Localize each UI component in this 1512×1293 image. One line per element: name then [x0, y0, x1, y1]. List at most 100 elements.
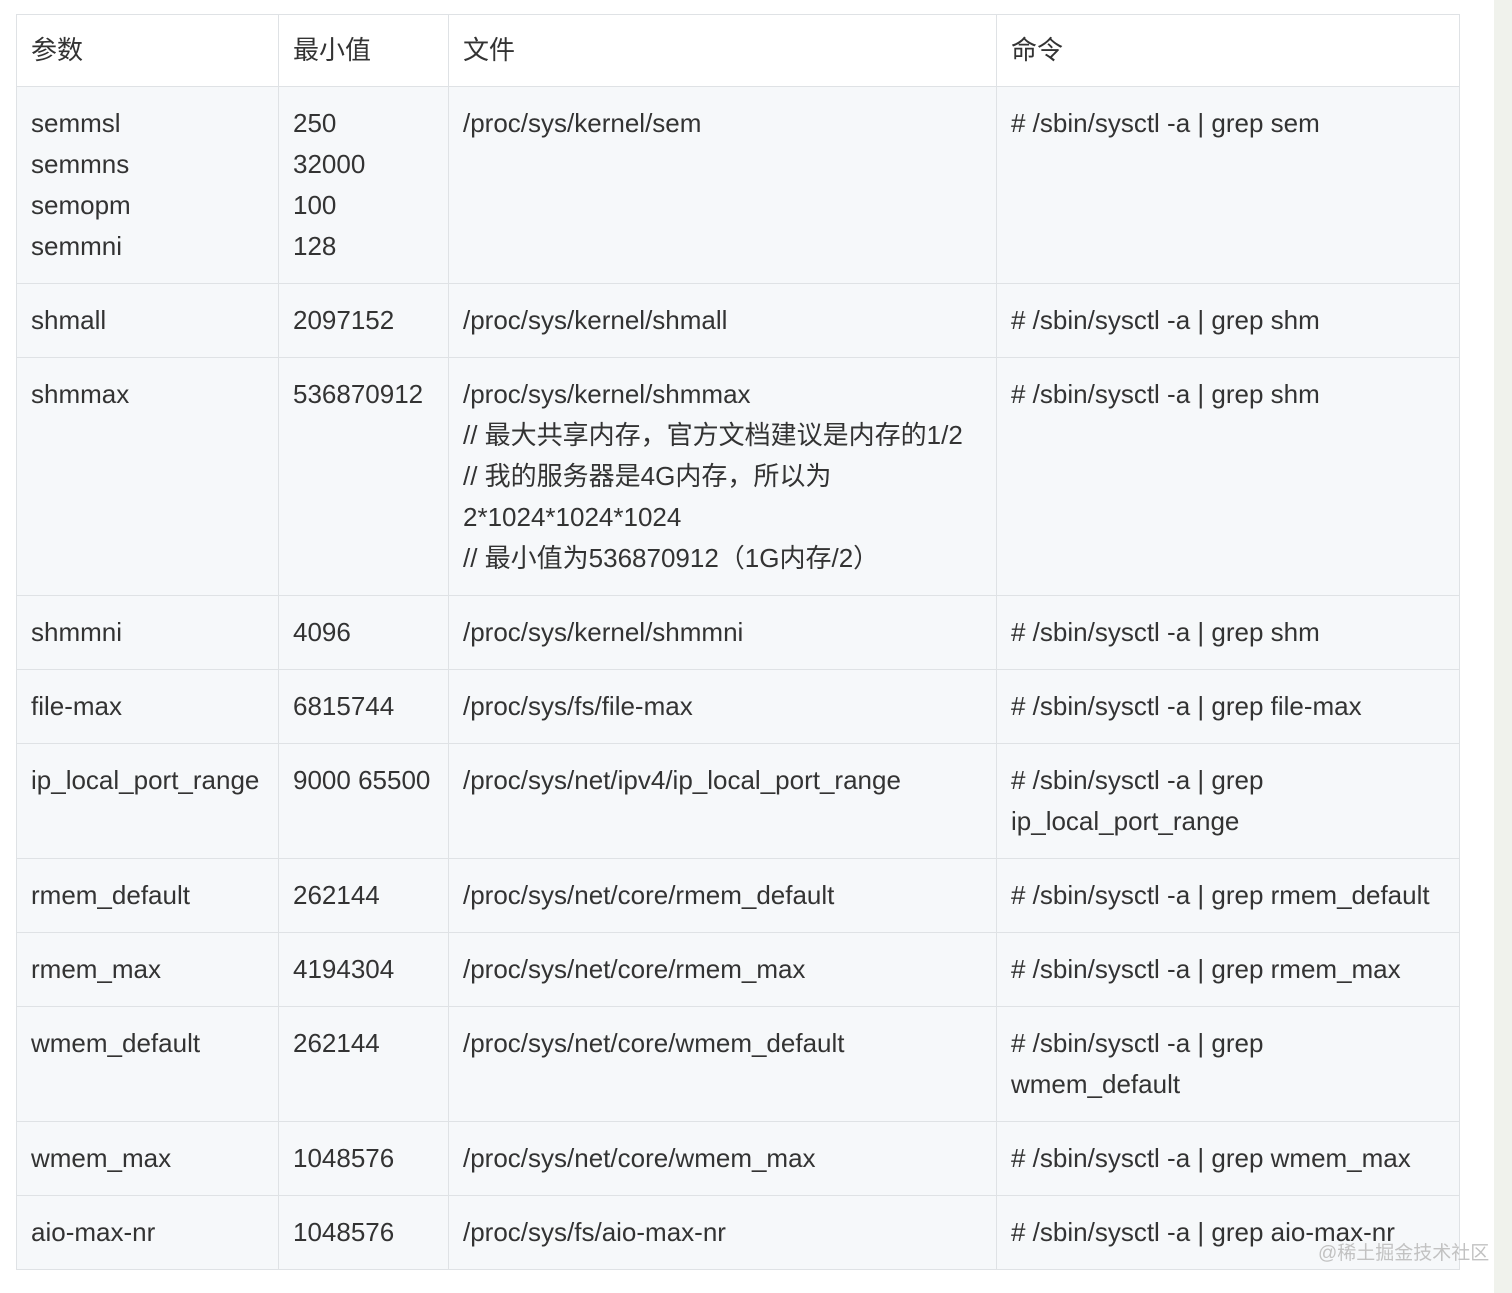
- cell-command: # /sbin/sysctl -a | grep shm: [996, 283, 1460, 358]
- cell-param-line: shmmni: [31, 617, 123, 647]
- cell-file: /proc/sys/fs/file-max: [448, 669, 997, 744]
- cell-command-line: # /sbin/sysctl -a | grep file-max: [1011, 691, 1362, 721]
- cell-param: rmem_default: [16, 858, 279, 933]
- cell-min-value-line: 262144: [293, 880, 380, 910]
- page-side-bar: [1494, 0, 1512, 1293]
- cell-param-line: shmall: [31, 305, 107, 335]
- cell-command-line: wmem_default: [1011, 1069, 1181, 1099]
- cell-param-line: ip_local_port_range: [31, 765, 260, 795]
- cell-param: shmmax: [16, 357, 279, 596]
- cell-command-line: # /sbin/sysctl -a | grep rmem_max: [1011, 954, 1401, 984]
- table-row: shmall 2097152/proc/sys/kernel/shmall # /s…: [16, 283, 1460, 358]
- cell-file-line: /proc/sys/kernel/shmmni: [463, 617, 744, 647]
- cell-min-value: 4096: [278, 595, 449, 670]
- cell-param-line: semopm: [31, 190, 131, 220]
- cell-file: /proc/sys/kernel/shmall: [448, 283, 997, 358]
- cell-min-value: 262144: [278, 858, 449, 933]
- cell-file-line: /proc/sys/fs/aio-max-nr: [463, 1217, 726, 1247]
- cell-min-value-line: 536870912: [293, 379, 424, 409]
- cell-file-line: 2*1024*1024*1024: [463, 502, 682, 532]
- cell-command: # /sbin/sysctl -a | grep rmem_default: [996, 858, 1460, 933]
- header-file: 文件: [448, 14, 997, 87]
- table-row: wmem_max 1048576/proc/sys/net/core/wmem_m…: [16, 1121, 1460, 1196]
- table-row: rmem_max 4194304/proc/sys/net/core/rmem_m…: [16, 932, 1460, 1007]
- cell-command-line: # /sbin/sysctl -a | grep sem: [1011, 108, 1320, 138]
- cell-file-line: /proc/sys/kernel/sem: [463, 108, 702, 138]
- cell-min-value: 262144: [278, 1006, 449, 1122]
- cell-file: /proc/sys/net/core/wmem_default: [448, 1006, 997, 1122]
- cell-param: wmem_default: [16, 1006, 279, 1122]
- cell-param: aio-max-nr: [16, 1195, 279, 1270]
- cell-command-line: # /sbin/sysctl -a | grep rmem_default: [1011, 880, 1430, 910]
- cell-file: /proc/sys/kernel/sem: [448, 86, 997, 284]
- table-row: shmmni 4096/proc/sys/kernel/shmmni # /sbin…: [16, 595, 1460, 670]
- cell-command: # /sbin/sysctl -a | grep shm: [996, 595, 1460, 670]
- cell-min-value-line: 9000 65500: [293, 765, 431, 795]
- cell-command-line: # /sbin/sysctl -a | grep: [1011, 765, 1264, 795]
- table-row: ip_local_port_range 9000 65500/proc/sys/n…: [16, 743, 1460, 859]
- cell-param-line: wmem_max: [31, 1143, 172, 1173]
- cell-min-value: 536870912: [278, 357, 449, 596]
- cell-min-value-line: 6815744: [293, 691, 395, 721]
- cell-command: # /sbin/sysctl -a | grep ip_local_port_ra…: [996, 743, 1460, 859]
- cell-file-line: /proc/sys/fs/file-max: [463, 691, 693, 721]
- cell-param-line: rmem_max: [31, 954, 162, 984]
- cell-command: # /sbin/sysctl -a | grep shm: [996, 357, 1460, 596]
- cell-file-line: // 最大共享内存，官方文档建议是内存的1/2: [463, 420, 963, 450]
- cell-min-value: 6815744: [278, 669, 449, 744]
- cell-file-line: /proc/sys/net/core/wmem_default: [463, 1028, 845, 1058]
- cell-min-value: 1048576: [278, 1121, 449, 1196]
- cell-param-line: rmem_default: [31, 880, 190, 910]
- cell-file-line: /proc/sys/net/ipv4/ip_local_port_range: [463, 765, 901, 795]
- cell-command: # /sbin/sysctl -a | grep file-max: [996, 669, 1460, 744]
- cell-min-value-line: 1048576: [293, 1217, 395, 1247]
- cell-min-value: 2097152: [278, 283, 449, 358]
- cell-min-value-line: 32000: [293, 149, 366, 179]
- cell-param: shmmni: [16, 595, 279, 670]
- header-command: 命令: [996, 14, 1460, 87]
- cell-param-line: file-max: [31, 691, 123, 721]
- cell-file-line: // 我的服务器是4G内存，所以为: [463, 461, 832, 491]
- cell-param-line: semmsl: [31, 108, 121, 138]
- watermark-text: @稀土掘金技术社区: [1318, 1243, 1490, 1264]
- kernel-parameter-table: 参数 最小值 文件 命令 semmsl semmns semopm semmni 250…: [16, 14, 1460, 1270]
- cell-file-line: /proc/sys/net/core/rmem_default: [463, 880, 835, 910]
- cell-file: /proc/sys/net/core/wmem_max: [448, 1121, 997, 1196]
- cell-file: /proc/sys/kernel/shmmni: [448, 595, 997, 670]
- cell-min-value-line: 100: [293, 190, 337, 220]
- cell-min-value: 250 32000 100 128: [278, 86, 449, 284]
- cell-command-line: # /sbin/sysctl -a | grep shm: [1011, 305, 1320, 335]
- table-row: shmmax 536870912/proc/sys/kernel/shmmax //…: [16, 357, 1460, 596]
- header-param: 参数: [16, 14, 279, 87]
- table-row: semmsl semmns semopm semmni 250 32000 100 128/p…: [16, 86, 1460, 284]
- cell-file-line: /proc/sys/net/core/wmem_max: [463, 1143, 816, 1173]
- cell-file-line: /proc/sys/net/core/rmem_max: [463, 954, 806, 984]
- cell-file: /proc/sys/net/ipv4/ip_local_port_range: [448, 743, 997, 859]
- cell-command-line: # /sbin/sysctl -a | grep shm: [1011, 617, 1320, 647]
- cell-command-line: ip_local_port_range: [1011, 806, 1240, 836]
- cell-min-value-line: 4194304: [293, 954, 395, 984]
- cell-min-value-line: 250: [293, 108, 337, 138]
- cell-file-line: // 最小值为536870912（1G内存/2）: [463, 543, 880, 573]
- table-row: rmem_default 262144/proc/sys/net/core/rme…: [16, 858, 1460, 933]
- header-min-value: 最小值: [278, 14, 449, 87]
- table-body: semmsl semmns semopm semmni 250 32000 100 128/p…: [16, 86, 1460, 1270]
- cell-command-line: # /sbin/sysctl -a | grep wmem_max: [1011, 1143, 1411, 1173]
- cell-param: ip_local_port_range: [16, 743, 279, 859]
- table-header: 参数 最小值 文件 命令: [16, 14, 1460, 87]
- table-header-row: 参数 最小值 文件 命令: [16, 14, 1460, 87]
- table-row: wmem_default 262144/proc/sys/net/core/wme…: [16, 1006, 1460, 1122]
- cell-command: # /sbin/sysctl -a | grep rmem_max: [996, 932, 1460, 1007]
- cell-min-value-line: 262144: [293, 1028, 380, 1058]
- cell-min-value-line: 4096: [293, 617, 351, 647]
- cell-command: # /sbin/sysctl -a | grep wmem_max: [996, 1121, 1460, 1196]
- cell-min-value-line: 128: [293, 231, 337, 261]
- cell-file-line: /proc/sys/kernel/shmall: [463, 305, 728, 335]
- cell-min-value-line: 2097152: [293, 305, 395, 335]
- cell-file: /proc/sys/net/core/rmem_max: [448, 932, 997, 1007]
- cell-min-value-line: 1048576: [293, 1143, 395, 1173]
- cell-param: file-max: [16, 669, 279, 744]
- cell-param: semmsl semmns semopm semmni: [16, 86, 279, 284]
- cell-file: /proc/sys/fs/aio-max-nr: [448, 1195, 997, 1270]
- cell-command: # /sbin/sysctl -a | grep wmem_default: [996, 1006, 1460, 1122]
